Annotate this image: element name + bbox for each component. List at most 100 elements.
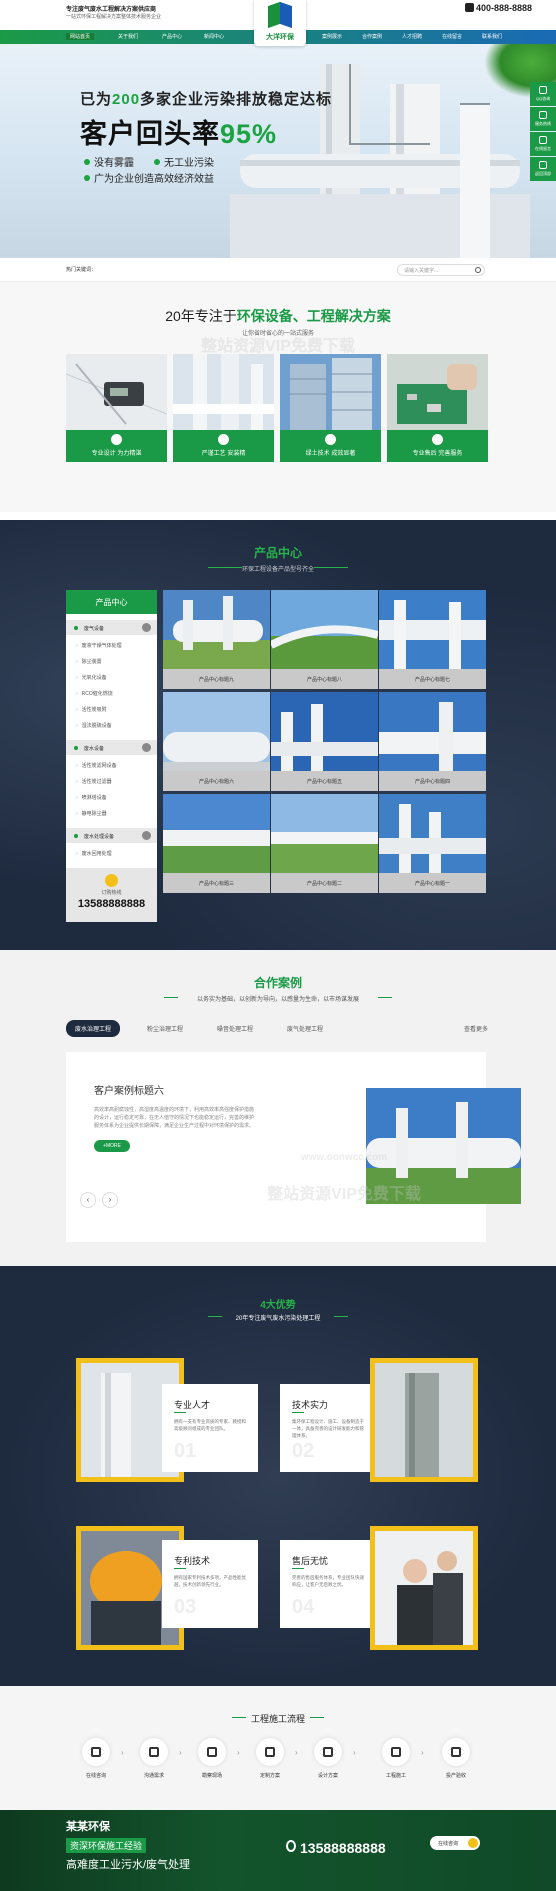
divider (232, 1717, 246, 1718)
category-item[interactable]: 废水回用处理 (66, 850, 157, 857)
case-image (366, 1088, 521, 1204)
hotline-number: 13588888888 (77, 898, 146, 910)
tab-wastewater[interactable]: 废水治理工程 (66, 1020, 121, 1037)
survey-icon (207, 1747, 217, 1757)
category-header[interactable]: 废水设备 (66, 740, 157, 755)
product-card[interactable]: 产品中心标题七 (379, 590, 486, 689)
intro-card[interactable]: 严谨工艺 安装精 (173, 354, 274, 462)
case-more-button[interactable]: +MORE (94, 1140, 130, 1152)
process-section: 工程施工流程 在线咨询 › 沟通需求 › 勘察现场 › 定制方案 › 设计方案 … (0, 1686, 556, 1810)
footer-brand: 某某环保 (66, 1820, 110, 1833)
header-phone[interactable]: 400-888-8888 (464, 3, 532, 13)
category-item[interactable]: 除尘装置 (66, 658, 157, 665)
arrow-icon: › (353, 1748, 356, 1757)
banner-headline: 已为200多家企业污染排放稳定达标 (80, 91, 333, 108)
side-top-button[interactable]: 返回顶部 (530, 157, 556, 181)
arrow-right-icon (468, 1838, 478, 1848)
arrow-icon: › (179, 1748, 182, 1757)
product-card[interactable]: 产品中心标题四 (379, 692, 486, 791)
tab-exhaust[interactable]: 废气处理工程 (278, 1020, 332, 1037)
category-item[interactable]: 喷淋塔设备 (66, 794, 157, 801)
advantage-card[interactable]: 售后无忧 完善的售后服务体系，专业团队快速响应，让客户无后顾之忧。 04 (280, 1540, 376, 1628)
category-header[interactable]: 废水处理设备 (66, 828, 157, 843)
process-step: 工程施工 (376, 1738, 416, 1779)
hero-banner[interactable]: 已为200多家企业污染排放稳定达标 客户回头率95% 没有雾霾 无工业污染 广为… (0, 44, 556, 258)
category-item[interactable]: 废液干燥气体处理 (66, 642, 157, 649)
intro-card[interactable]: 绿土技术 成效显著 (280, 354, 381, 462)
site-logo[interactable]: 大洋环保 (254, 0, 306, 46)
product-card[interactable]: 产品中心标题九 (163, 590, 270, 689)
footer-phone[interactable]: 13588888888 (286, 1840, 386, 1856)
nav-item-contact[interactable]: 联系我们 (482, 33, 502, 40)
online-consult-button[interactable]: 在线咨询 (430, 1836, 480, 1850)
advantage-card[interactable]: 专利技术 拥有国家专利技术多项，产品性能优越，技术创新领先行业。 03 (162, 1540, 258, 1628)
nav-item-cases[interactable]: 案例展示 (322, 33, 342, 40)
category-item[interactable]: 活性炭吸附 (66, 706, 157, 713)
divider (164, 997, 178, 998)
product-card[interactable]: 产品中心标题三 (163, 794, 270, 893)
phone-icon (105, 874, 118, 887)
product-card[interactable]: 产品中心标题八 (271, 590, 378, 689)
advantages-subtitle: 20年专注废气废水污染处理工程 (235, 1316, 321, 1322)
nav-item-news[interactable]: 新闻中心 (204, 33, 224, 40)
divider (208, 567, 242, 568)
building-image (280, 354, 381, 430)
product-card[interactable]: 产品中心标题一 (379, 794, 486, 893)
intro-card-label: 专业售后 完善服务 (387, 430, 488, 462)
arrow-icon: › (237, 1748, 240, 1757)
search-icon[interactable] (475, 267, 481, 273)
arrow-up-icon (539, 161, 547, 169)
side-message-button[interactable]: 在线留言 (530, 132, 556, 156)
category-item[interactable]: 活性炭滤网设备 (66, 762, 157, 769)
phone-icon (286, 1840, 296, 1852)
tab-dust[interactable]: 粉尘治理工程 (138, 1020, 192, 1037)
cases-subtitle: 以务实为基础，以创新为导向，以感量为生命，以市场谋发展 (196, 997, 359, 1003)
prev-arrow-icon[interactable]: ‹ (80, 1192, 96, 1208)
side-hotline-button[interactable]: 服务热线 (530, 107, 556, 131)
advantage-card[interactable]: 技术实力 集环保工程设计、施工、设备制造于一体，具备完善的设计研发能力和管理体系。… (280, 1384, 376, 1472)
order-hotline-box[interactable]: 订购热线 13588888888 (66, 868, 157, 922)
category-item[interactable]: 光氧化设备 (66, 674, 157, 681)
search-input[interactable]: 请输入关键字... (397, 264, 485, 276)
product-card[interactable]: 产品中心标题二 (271, 794, 378, 893)
category-header[interactable]: 废气设备 (66, 620, 157, 635)
next-arrow-icon[interactable]: › (102, 1192, 118, 1208)
process-step: 设计方案 (308, 1738, 348, 1779)
side-qq-button[interactable]: QQ咨询 (530, 82, 556, 106)
intro-card-label: 绿土技术 成效显著 (280, 430, 381, 462)
divider (334, 1316, 348, 1317)
category-item[interactable]: 静电除尘器 (66, 810, 157, 817)
case-title[interactable]: 客户案例标题六 (94, 1082, 164, 1097)
construction-icon (391, 1747, 401, 1757)
more-link[interactable]: 查看更多 (464, 1024, 488, 1033)
process-title: 工程施工流程 (250, 1714, 305, 1724)
header-subtagline: 一站式环保工程解决方案整体技术服务企业 (66, 14, 162, 20)
intro-card[interactable]: 专业售后 完善服务 (387, 354, 488, 462)
hot-keywords-label: 热门关键词： (66, 267, 97, 273)
process-step: 沟通需求 (134, 1738, 174, 1779)
product-card[interactable]: 产品中心标题五 (271, 692, 378, 791)
nav-item-products[interactable]: 产品中心 (162, 33, 182, 40)
logo-text: 大洋环保 (266, 32, 294, 41)
service-icon (432, 434, 443, 445)
design-icon (323, 1747, 333, 1757)
intro-card[interactable]: 专业设计 为力精湛 (66, 354, 167, 462)
advantage-card[interactable]: 专业人才 拥有一支有专业资质的专家、教授和高级顾问组成的专业团队。 01 (162, 1384, 258, 1472)
intro-card-label: 严谨工艺 安装精 (173, 430, 274, 462)
nav-item-cooperation[interactable]: 合作案例 (362, 33, 382, 40)
products-title: 产品中心 (253, 546, 302, 560)
tab-noise[interactable]: 噪音处理工程 (208, 1020, 262, 1037)
nav-item-about[interactable]: 关于我们 (118, 33, 138, 40)
category-item[interactable]: RCO催化燃烧 (66, 690, 157, 697)
product-card[interactable]: 产品中心标题六 (163, 692, 270, 791)
chevron-icon (142, 623, 151, 632)
phone-icon (464, 3, 474, 12)
category-item[interactable]: 湿法脱硫设备 (66, 722, 157, 729)
acceptance-icon (451, 1747, 461, 1757)
category-item[interactable]: 活性炭过滤器 (66, 778, 157, 785)
nav-item-message[interactable]: 在线留言 (442, 33, 462, 40)
divider (378, 997, 392, 998)
message-icon (539, 136, 547, 144)
nav-item-home[interactable]: 网站首页 (66, 33, 95, 40)
nav-item-jobs[interactable]: 人才招聘 (402, 33, 422, 40)
